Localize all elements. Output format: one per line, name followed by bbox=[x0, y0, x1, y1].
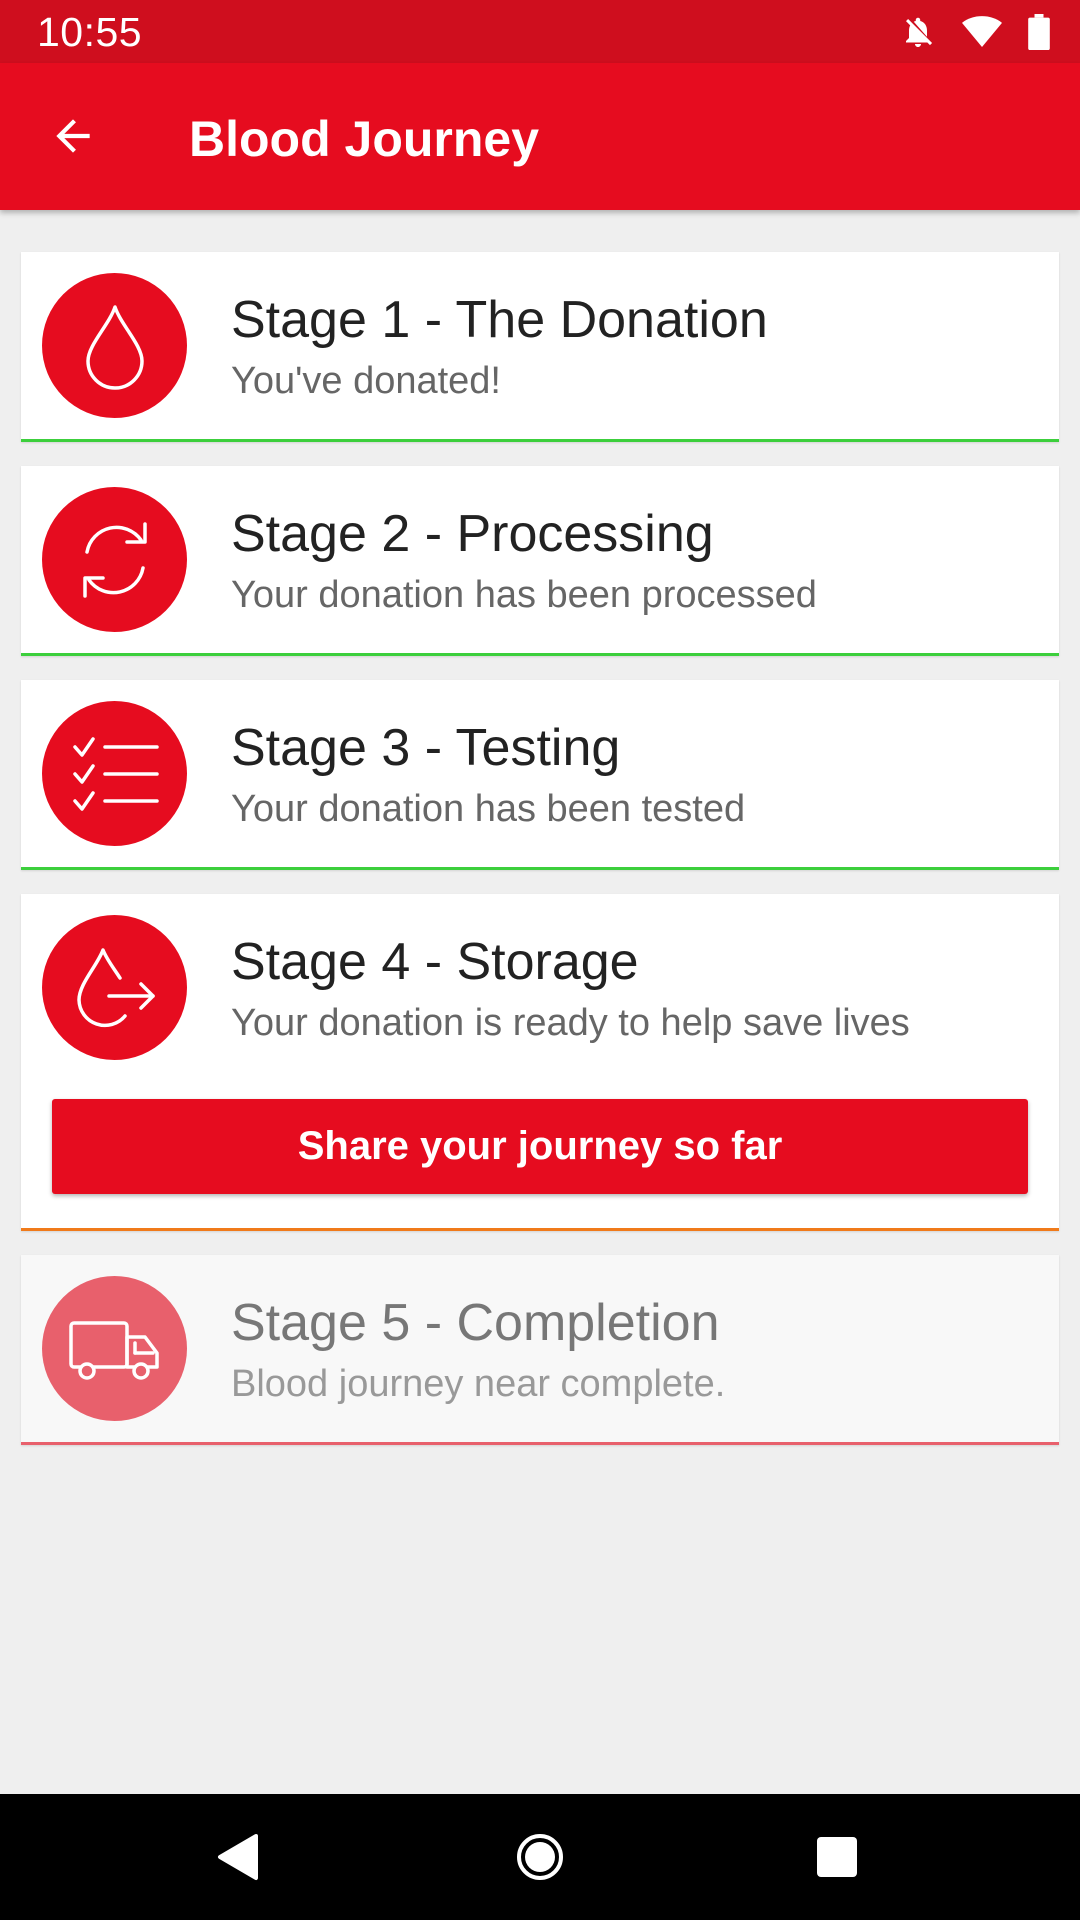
navigation-bar bbox=[0, 1794, 1080, 1920]
blood-drop-icon bbox=[85, 304, 144, 390]
stage-title: Stage 3 - Testing bbox=[231, 719, 621, 777]
wifi-icon bbox=[962, 15, 1002, 49]
status-time: 10:55 bbox=[37, 9, 143, 55]
stage-card-5[interactable]: Stage 5 - Completion Blood journey near … bbox=[21, 1255, 1059, 1445]
refresh-cycle-icon bbox=[82, 521, 147, 598]
stage-card-3[interactable]: Stage 3 - Testing Your donation has been… bbox=[21, 680, 1059, 870]
stage-card-1[interactable]: Stage 1 - The Donation You've donated! bbox=[21, 252, 1059, 442]
stage-subtitle: Your donation has been processed bbox=[231, 574, 817, 616]
stage-icon-circle bbox=[42, 273, 187, 418]
stage-icon-circle bbox=[42, 487, 187, 632]
back-button[interactable] bbox=[38, 103, 108, 173]
stage-icon-circle bbox=[42, 1276, 187, 1421]
drop-arrow-icon bbox=[76, 947, 155, 1027]
stage-title: Stage 4 - Storage bbox=[231, 933, 639, 991]
status-indicator-complete bbox=[21, 439, 1059, 442]
status-indicator-pending bbox=[21, 1442, 1059, 1445]
stage-subtitle: Blood journey near complete. bbox=[231, 1363, 726, 1405]
recents-square-icon bbox=[817, 1837, 857, 1877]
back-triangle-icon bbox=[218, 1834, 258, 1880]
status-indicator-complete bbox=[21, 653, 1059, 656]
app-bar: Blood Journey bbox=[0, 63, 1080, 210]
status-indicator-current bbox=[21, 1228, 1059, 1231]
nav-recents-button[interactable] bbox=[807, 1827, 867, 1887]
stage-title: Stage 2 - Processing bbox=[231, 505, 714, 563]
checklist-icon bbox=[72, 736, 159, 811]
stage-subtitle: You've donated! bbox=[231, 360, 501, 402]
page-title: Blood Journey bbox=[189, 111, 540, 167]
stage-card-2[interactable]: Stage 2 - Processing Your donation has b… bbox=[21, 466, 1059, 656]
home-circle-icon bbox=[517, 1834, 563, 1880]
arrow-back-icon bbox=[48, 111, 98, 166]
notifications-off-icon bbox=[900, 14, 936, 50]
status-bar: 10:55 bbox=[0, 0, 1080, 63]
share-journey-button[interactable]: Share your journey so far bbox=[52, 1099, 1028, 1194]
nav-home-button[interactable] bbox=[510, 1827, 570, 1887]
stage-title: Stage 1 - The Donation bbox=[231, 291, 768, 349]
truck-icon bbox=[68, 1320, 159, 1380]
stage-subtitle: Your donation is ready to help save live… bbox=[231, 1002, 910, 1044]
status-indicator-complete bbox=[21, 867, 1059, 870]
stage-icon-circle bbox=[42, 701, 187, 846]
stage-title: Stage 5 - Completion bbox=[231, 1294, 720, 1352]
battery-icon bbox=[1028, 14, 1050, 50]
nav-back-button[interactable] bbox=[208, 1827, 268, 1887]
status-icons bbox=[900, 14, 1050, 50]
stage-card-4[interactable]: Stage 4 - Storage Your donation is ready… bbox=[21, 894, 1059, 1231]
stage-icon-circle bbox=[42, 915, 187, 1060]
stage-subtitle: Your donation has been tested bbox=[231, 788, 746, 830]
